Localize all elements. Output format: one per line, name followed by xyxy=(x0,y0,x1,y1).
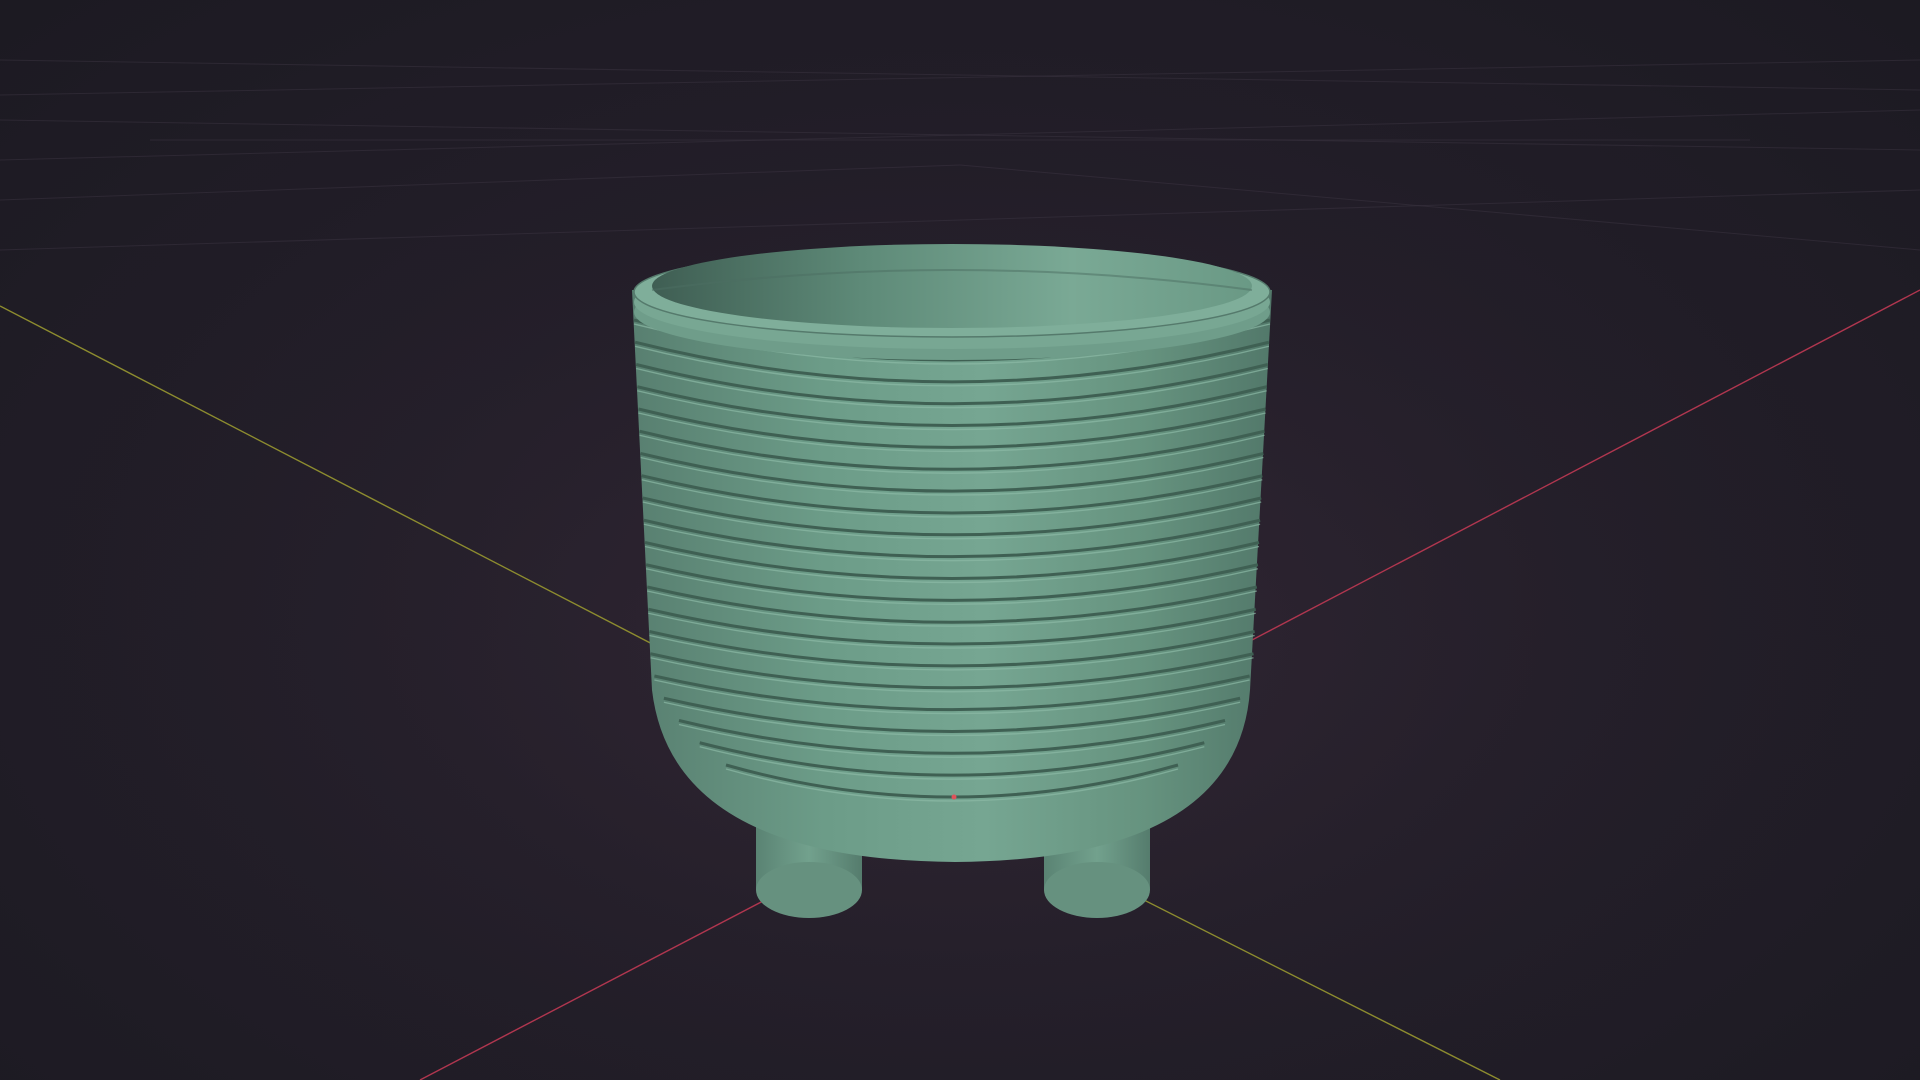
origin-marker xyxy=(951,794,957,800)
3d-viewport[interactable] xyxy=(0,0,1920,1080)
pot-opening xyxy=(652,244,1252,328)
viewport-canvas[interactable] xyxy=(0,0,1920,1080)
pot-rim[interactable] xyxy=(633,244,1271,360)
